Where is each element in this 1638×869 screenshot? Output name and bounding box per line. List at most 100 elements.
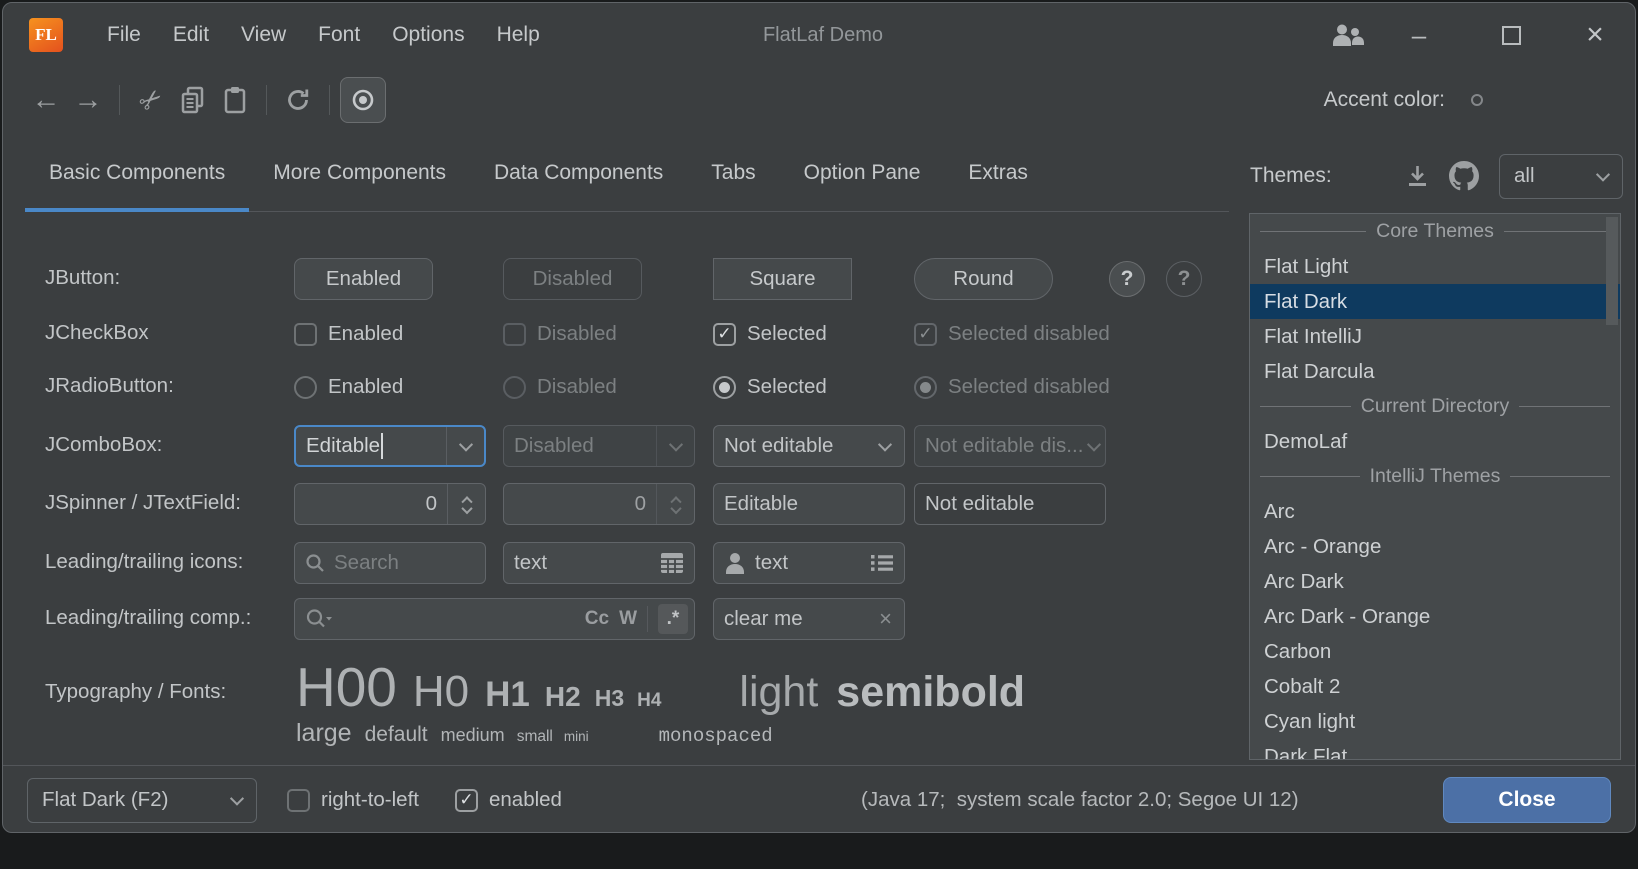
users-button[interactable] [1325, 3, 1371, 67]
spinner-2[interactable]: 0 [503, 483, 695, 525]
textfield-value[interactable]: text [504, 551, 547, 575]
tab-extras[interactable]: Extras [944, 133, 1052, 212]
github-button[interactable] [1449, 161, 1479, 191]
theme-item-arc[interactable]: Arc [1250, 494, 1620, 529]
checkbox-box[interactable] [294, 323, 317, 346]
radio-enabled[interactable]: Enabled [294, 369, 403, 405]
small-sample: small [517, 728, 553, 746]
textfield-value[interactable]: Editable [714, 492, 798, 516]
search-placeholder[interactable]: Search [334, 551, 399, 575]
textfield-value[interactable]: text [746, 551, 788, 575]
combobox-editable[interactable]: Editable [294, 425, 486, 467]
window-close-button[interactable]: × [1573, 3, 1617, 67]
menu-options[interactable]: Options [376, 15, 480, 55]
accent-swatch-selected[interactable] [1471, 94, 1483, 106]
theme-item-flat-dark[interactable]: Flat Dark [1250, 284, 1620, 319]
theme-item-flat-darcula[interactable]: Flat Darcula [1250, 354, 1620, 389]
laf-combobox-value: Flat Dark (F2) [42, 788, 168, 812]
whole-word-button[interactable]: W [619, 608, 637, 630]
bottombar: Flat Dark (F2) right-to-left ✓ enabled (… [3, 766, 1635, 833]
minimize-button[interactable]: – [1399, 3, 1439, 67]
help-button[interactable]: ? [1109, 261, 1145, 297]
textfield-editable[interactable]: Editable [713, 483, 905, 525]
enabled-checkbox[interactable]: ✓ enabled [455, 782, 562, 818]
clear-icon[interactable]: × [879, 606, 892, 632]
theme-item-arc-dark[interactable]: Arc Dark [1250, 564, 1620, 599]
menu-view[interactable]: View [225, 15, 302, 55]
copy-button[interactable] [172, 77, 214, 123]
theme-item-cobalt-2[interactable]: Cobalt 2 [1250, 669, 1620, 704]
chevron-down-icon [656, 426, 694, 466]
themes-label: Themes: [1250, 164, 1332, 188]
laf-combobox[interactable]: Flat Dark (F2) [27, 778, 257, 823]
app-logo: FL [29, 18, 63, 52]
themes-filter-combobox[interactable]: all [1499, 154, 1623, 199]
checkbox-enabled[interactable]: Enabled [294, 316, 403, 352]
cut-button[interactable]: ✂ [130, 77, 172, 123]
paste-button[interactable] [214, 77, 256, 123]
jradiobutton-row-label: JRadioButton: [45, 374, 174, 398]
radio-disabled: Disabled [503, 369, 617, 405]
spinner-buttons[interactable] [447, 484, 485, 524]
textfield-not-editable: Not editable [914, 483, 1106, 525]
square-button[interactable]: Square [713, 258, 852, 300]
spinner-value[interactable]: 0 [635, 492, 656, 516]
textfield-value[interactable]: clear me [714, 607, 803, 631]
menu-help[interactable]: Help [481, 15, 556, 55]
tab-option-pane[interactable]: Option Pane [780, 133, 945, 212]
inspect-toggle-button[interactable] [340, 77, 386, 123]
checkbox-box[interactable] [287, 789, 310, 812]
radio-circle[interactable] [294, 376, 317, 399]
theme-item-demolaf[interactable]: DemoLaf [1250, 424, 1620, 459]
theme-item-flat-light[interactable]: Flat Light [1250, 249, 1620, 284]
combobox-not-editable[interactable]: Not editable [713, 425, 905, 467]
chevron-down-icon[interactable] [866, 426, 904, 466]
theme-item-cyan-light[interactable]: Cyan light [1250, 704, 1620, 739]
checkbox-box-checked[interactable]: ✓ [455, 789, 478, 812]
menu-font[interactable]: Font [302, 15, 376, 55]
chevron-down-icon[interactable] [446, 427, 484, 465]
radio-circle-selected[interactable] [713, 376, 736, 399]
right-to-left-checkbox[interactable]: right-to-left [287, 782, 419, 818]
maximize-button[interactable] [1491, 3, 1531, 67]
menu-file[interactable]: File [91, 15, 157, 55]
search-field[interactable]: Search [294, 542, 486, 584]
tab-tabs[interactable]: Tabs [687, 133, 779, 212]
titlebar: FL File Edit View Font Options Help Flat… [3, 3, 1635, 67]
theme-item-arc-dark-orange[interactable]: Arc Dark - Orange [1250, 599, 1620, 634]
text-field-table-icon[interactable]: text [503, 542, 695, 584]
theme-item-flat-intellij[interactable]: Flat IntelliJ [1250, 319, 1620, 354]
tab-data-components[interactable]: Data Components [470, 133, 687, 212]
spinner-buttons[interactable] [656, 484, 694, 524]
enabled-button[interactable]: Enabled [294, 258, 433, 300]
spinner-value[interactable]: 0 [426, 492, 447, 516]
refresh-button[interactable] [277, 77, 319, 123]
text-field-person-list[interactable]: text [713, 542, 905, 584]
menu-edit[interactable]: Edit [157, 15, 225, 55]
checkbox-box-checked[interactable]: ✓ [713, 323, 736, 346]
typography-row-label: Typography / Fonts: [45, 680, 226, 704]
tab-basic-components[interactable]: Basic Components [25, 133, 249, 212]
menubar: File Edit View Font Options Help [91, 15, 556, 55]
combobox-value[interactable]: Editable [296, 434, 380, 458]
tab-more-components[interactable]: More Components [249, 133, 470, 212]
round-button[interactable]: Round [914, 258, 1053, 300]
themes-scrollbar-thumb[interactable] [1606, 217, 1618, 325]
regex-toggle-button[interactable]: .* [658, 604, 688, 634]
download-themes-button[interactable] [1404, 163, 1431, 190]
theme-item-arc-orange[interactable]: Arc - Orange [1250, 529, 1620, 564]
h1-sample: H1 [485, 675, 530, 715]
clearable-text-field[interactable]: clear me × [713, 598, 905, 640]
back-button[interactable]: ← [25, 77, 67, 123]
checkbox-selected[interactable]: ✓ Selected [713, 316, 827, 352]
forward-button[interactable]: → [67, 77, 109, 123]
themes-list[interactable]: Core Themes Flat Light Flat Dark Flat In… [1249, 213, 1621, 760]
theme-item-dark-flat[interactable]: Dark Flat [1250, 739, 1620, 760]
theme-item-carbon[interactable]: Carbon [1250, 634, 1620, 669]
search-dropdown-icon[interactable] [305, 608, 333, 630]
spinner-1[interactable]: 0 [294, 483, 486, 525]
match-case-button[interactable]: Cc [585, 608, 609, 630]
close-button[interactable]: Close [1443, 777, 1611, 823]
radio-selected[interactable]: Selected [713, 369, 827, 405]
search-field-with-options[interactable]: Cc W .* [294, 598, 695, 640]
